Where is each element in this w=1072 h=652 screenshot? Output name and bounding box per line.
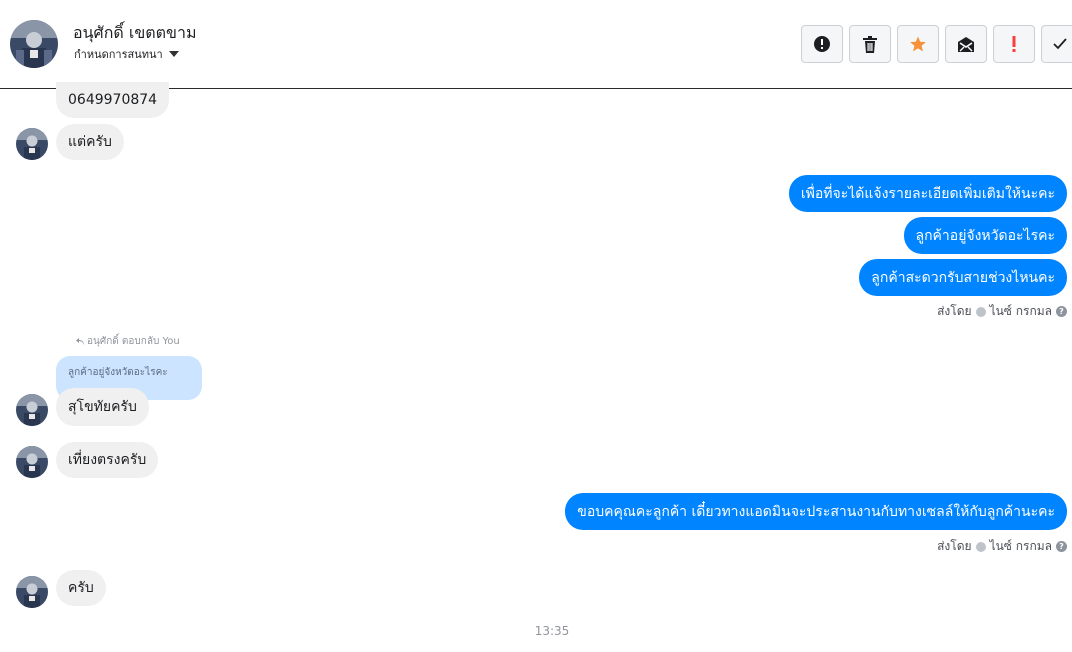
report-spam-button[interactable] — [801, 25, 843, 63]
outgoing-message[interactable]: ลูกค้าอยู่จังหวัดอะไรคะ — [903, 217, 1067, 254]
incoming-message[interactable]: 0649970874 — [56, 82, 170, 118]
verified-icon — [975, 306, 986, 317]
sender-avatar[interactable] — [16, 446, 48, 478]
sent-by-label: ส่งโดย ไนซ์ กรกมล ? — [937, 302, 1067, 321]
contact-avatar[interactable] — [10, 20, 58, 68]
incoming-message[interactable]: สุโขทัยครับ — [56, 388, 149, 426]
star-icon — [910, 36, 926, 52]
mark-done-button[interactable] — [1041, 25, 1072, 63]
sent-by-text: ส่งโดย — [937, 539, 972, 553]
quoted-text: ลูกค้าอยู่จังหวัดอะไรคะ — [68, 367, 168, 378]
help-icon[interactable]: ? — [1056, 306, 1067, 317]
trash-icon — [863, 35, 877, 53]
important-button[interactable] — [993, 25, 1035, 63]
message-timestamp: 13:35 — [534, 624, 570, 638]
message-text: เพื่อที่จะได้แจ้งรายละเอียดเพิ่มเติมให้น… — [800, 185, 1055, 202]
message-text: ลูกค้าสะดวกรับสายช่วงไหนคะ — [871, 269, 1055, 286]
message-text: แต่ครับ — [68, 134, 112, 150]
message-text: ครับ — [68, 580, 94, 596]
conversation-options-label: กำหนดการสนทนา — [74, 48, 163, 61]
sent-by-label: ส่งโดย ไนซ์ กรกมล ? — [937, 537, 1067, 556]
reply-context-label: อนุศักดิ์ ตอบกลับ You — [76, 334, 180, 349]
outgoing-message[interactable]: ลูกค้าสะดวกรับสายช่วงไหนคะ — [859, 259, 1067, 296]
message-text: 0649970874 — [68, 92, 158, 108]
mark-unread-button[interactable] — [945, 25, 987, 63]
incoming-message[interactable]: แต่ครับ — [56, 124, 124, 160]
message-text: ขอบคคุณคะลูกค้า เดี๋ยวทางแอดมินจะประสานง… — [577, 503, 1055, 520]
conversation-header: อนุศักดิ์ เขตตขาม กำหนดการสนทนา — [0, 0, 1072, 89]
sender-avatar[interactable] — [16, 394, 48, 426]
alert-circle-icon — [814, 36, 830, 52]
reply-context-text: อนุศักดิ์ ตอบกลับ You — [87, 336, 180, 347]
incoming-message[interactable]: เที่ยงตรงครับ — [56, 442, 159, 478]
contact-name[interactable]: อนุศักดิ์ เขตตขาม — [73, 21, 197, 46]
exclamation-icon — [1012, 36, 1016, 52]
sender-avatar[interactable] — [16, 128, 48, 160]
star-button[interactable] — [897, 25, 939, 63]
outgoing-message[interactable]: ขอบคคุณคะลูกค้า เดี๋ยวทางแอดมินจะประสานง… — [565, 493, 1067, 530]
check-icon — [1052, 38, 1067, 50]
reply-arrow-icon — [76, 337, 84, 345]
message-text: สุโขทัยครับ — [68, 399, 137, 415]
chevron-down-icon — [168, 51, 179, 57]
message-text: ลูกค้าอยู่จังหวัดอะไรคะ — [915, 227, 1056, 244]
conversation-options-dropdown[interactable]: กำหนดการสนทนา — [74, 45, 179, 63]
sender-avatar[interactable] — [16, 576, 48, 608]
sent-by-name[interactable]: ไนซ์ กรกมล — [990, 537, 1052, 556]
message-text: เที่ยงตรงครับ — [68, 452, 147, 468]
conversation-toolbar — [801, 25, 1072, 63]
envelope-icon — [958, 36, 974, 52]
sent-by-text: ส่งโดย — [937, 304, 972, 318]
sent-by-name[interactable]: ไนซ์ กรกมล — [990, 302, 1052, 321]
verified-icon — [975, 541, 986, 552]
outgoing-message[interactable]: เพื่อที่จะได้แจ้งรายละเอียดเพิ่มเติมให้น… — [788, 175, 1067, 212]
help-icon[interactable]: ? — [1056, 541, 1067, 552]
delete-button[interactable] — [849, 25, 891, 63]
incoming-message[interactable]: ครับ — [56, 570, 106, 606]
